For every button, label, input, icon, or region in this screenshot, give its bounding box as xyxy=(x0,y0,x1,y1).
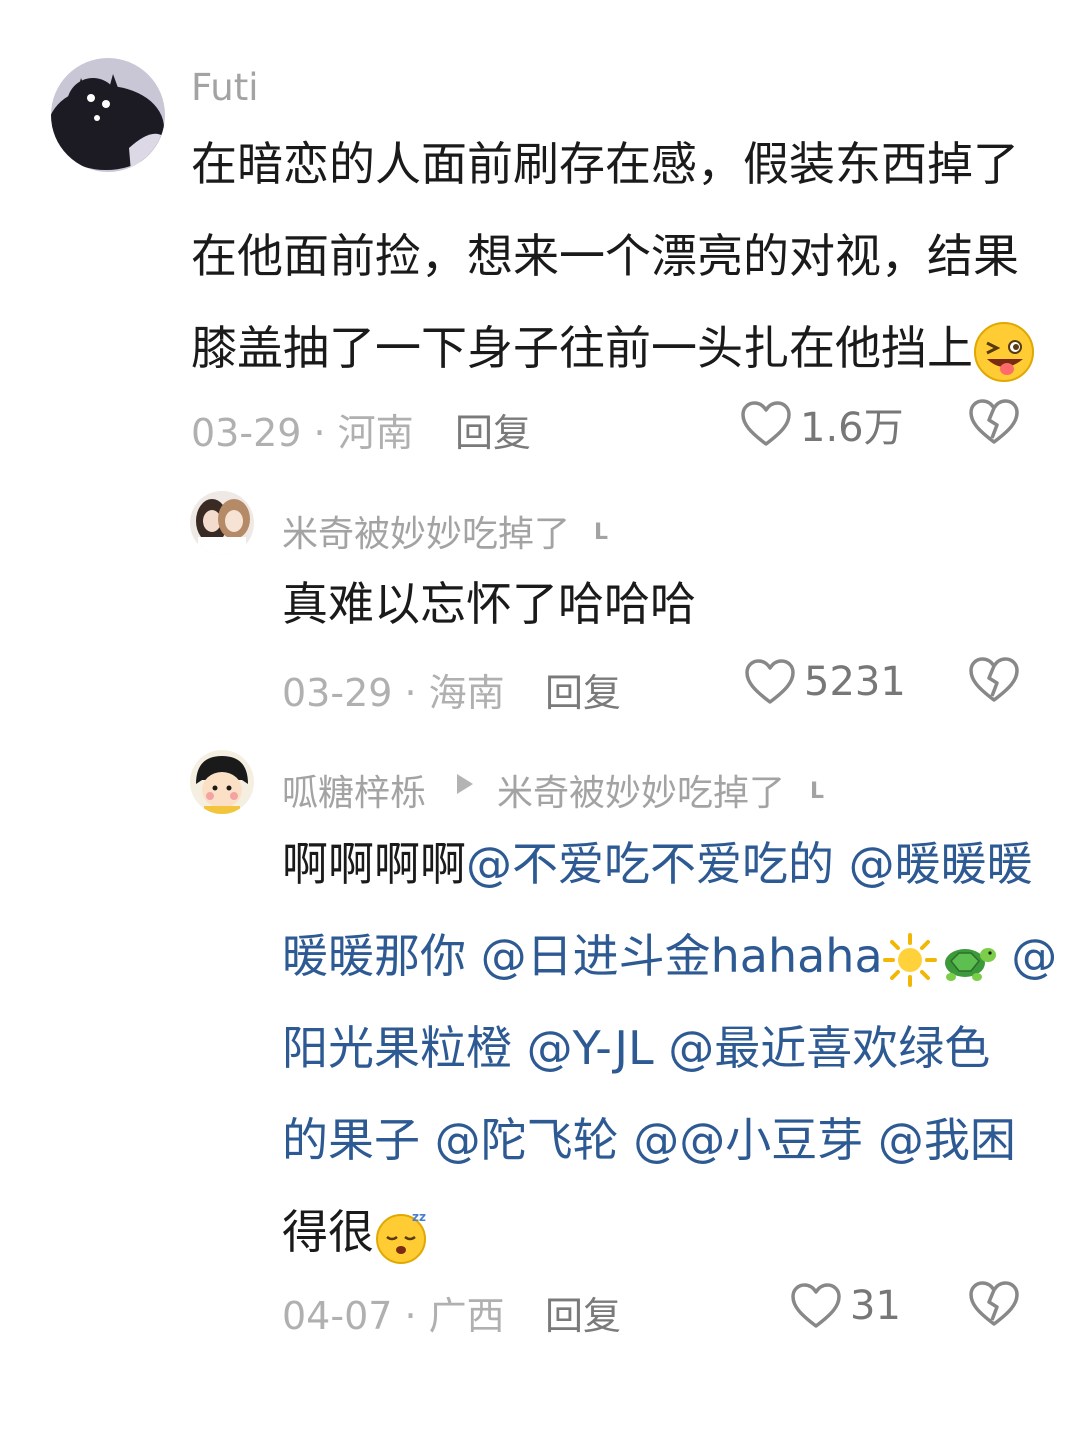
like-count: 1.6万 xyxy=(800,405,904,451)
squinting-tongue-face-emoji xyxy=(973,321,1035,383)
comment-thread: Futi 在暗恋的人面前刷存在感，假装东西掉了 在他面前捡，想来一个漂亮的对视，… xyxy=(0,0,1080,1439)
mention-link[interactable]: 暖暖那你 xyxy=(282,929,466,983)
broken-heart-icon xyxy=(968,656,1020,704)
reply-button[interactable]: 回复 xyxy=(455,402,531,457)
two-girls-avatar[interactable] xyxy=(190,491,254,555)
mention-link[interactable]: @陀飞轮 xyxy=(435,1113,619,1167)
reply-button[interactable]: 回复 xyxy=(545,1285,621,1340)
reply-line: 阳光果粒橙 @Y-JL @最近喜欢绿色 xyxy=(282,1002,1057,1094)
reply-date-location: 03-29 · 海南 xyxy=(282,671,505,715)
reply-username[interactable]: 米奇被妙妙吃掉了 xyxy=(282,505,570,557)
mention-link[interactable]: 的果子 xyxy=(282,1113,420,1167)
comment-line: 在他面前捡，想来一个漂亮的对视，结果 xyxy=(191,229,1019,283)
dislike-button[interactable] xyxy=(968,656,1020,704)
mention-link[interactable]: 阳光果粒橙 xyxy=(282,1021,512,1075)
comment-line: 在暗恋的人面前刷存在感，假装东西掉了 xyxy=(191,137,1019,191)
turtle-emoji xyxy=(937,933,997,987)
reply-date-location: 04-07 · 广西 xyxy=(282,1294,505,1338)
dislike-button[interactable] xyxy=(968,1280,1020,1328)
svg-text:zz: zz xyxy=(412,1210,426,1224)
dislike-button[interactable] xyxy=(968,398,1020,446)
mention-link[interactable]: @我困 xyxy=(878,1113,1016,1167)
reply-text: 真难以忘怀了哈哈哈 xyxy=(282,577,696,631)
mention-link[interactable]: @ xyxy=(1011,929,1057,983)
like-count: 5231 xyxy=(804,659,906,705)
reply-line: 暖暖那你 @日进斗金hahaha @ xyxy=(282,910,1057,1002)
comment-text: 在暗恋的人面前刷存在感，假装东西掉了 在他面前捡，想来一个漂亮的对视，结果 膝盖… xyxy=(191,118,1035,394)
reply-to-username[interactable]: 米奇被妙妙吃掉了 xyxy=(497,764,785,816)
reply-line: 得很 zz xyxy=(282,1186,1057,1278)
heart-icon xyxy=(744,658,796,706)
comment-username[interactable]: Futi xyxy=(191,66,259,109)
reply-line: 啊啊啊啊@不爱吃不爱吃的 @暖暖暖 xyxy=(282,837,1033,891)
reply-username[interactable]: 呱糖梓栎 xyxy=(282,764,426,816)
sun-emoji xyxy=(882,932,937,987)
mention-link[interactable]: @最近喜欢绿色 xyxy=(668,1021,990,1075)
comment-date-location: 03-29 · 河南 xyxy=(191,411,414,455)
comment-line-with-emoji: 膝盖抽了一下身子往前一头扎在他挡上 xyxy=(191,302,1035,394)
sleeping-face-emoji: zz xyxy=(374,1207,432,1265)
user-badge: L xyxy=(594,520,609,545)
like-button[interactable]: 1.6万 xyxy=(740,396,904,452)
mention-link[interactable]: @日进斗金hahaha xyxy=(481,929,883,983)
cartoon-girl-avatar[interactable] xyxy=(190,750,254,814)
broken-heart-icon xyxy=(968,1280,1020,1328)
mention-link[interactable]: @暖暖暖 xyxy=(849,837,1033,891)
like-button[interactable]: 31 xyxy=(790,1278,901,1334)
user-badge: L xyxy=(810,779,825,804)
black-cat-avatar[interactable] xyxy=(51,58,165,172)
reply-to-arrow-icon xyxy=(457,774,473,794)
heart-icon xyxy=(790,1282,842,1330)
heart-icon xyxy=(740,400,792,448)
like-button[interactable]: 5231 xyxy=(744,654,906,710)
broken-heart-icon xyxy=(968,398,1020,446)
like-count: 31 xyxy=(850,1283,901,1329)
mention-link[interactable]: @Y-JL xyxy=(527,1021,654,1075)
mention-link[interactable]: @不爱吃不爱吃的 xyxy=(466,837,834,891)
mention-link[interactable]: @@小豆芽 xyxy=(633,1113,863,1167)
reply-button[interactable]: 回复 xyxy=(545,662,621,717)
reply-line: 的果子 @陀飞轮 @@小豆芽 @我困 xyxy=(282,1094,1057,1186)
reply-text: 啊啊啊啊@不爱吃不爱吃的 @暖暖暖 暖暖那你 @日进斗金hahaha @ 阳光果… xyxy=(282,818,1057,1278)
